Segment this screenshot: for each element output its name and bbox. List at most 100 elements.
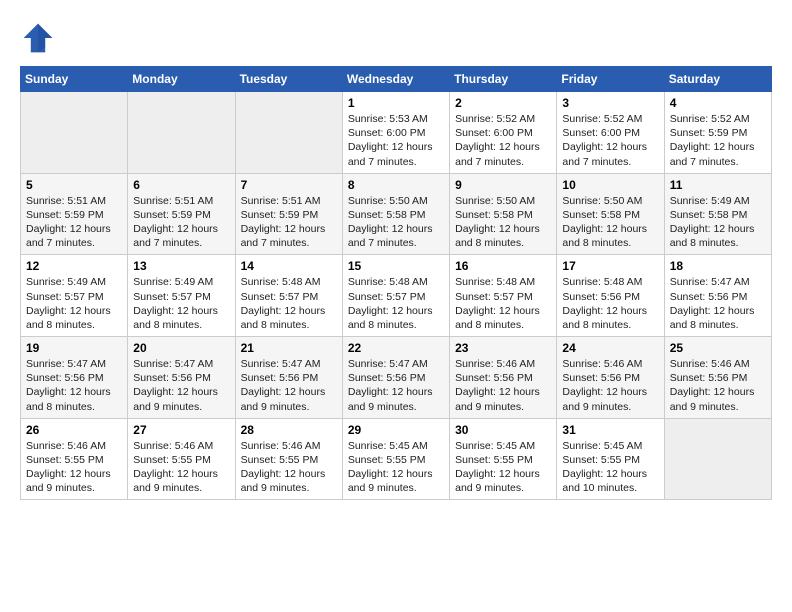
day-number: 31 [562,423,658,437]
logo [20,20,60,56]
day-number: 7 [241,178,337,192]
day-of-week-header: Friday [557,67,664,92]
day-number: 4 [670,96,766,110]
calendar-cell: 31 Sunrise: 5:45 AMSunset: 5:55 PMDayligh… [557,418,664,500]
day-of-week-header: Wednesday [342,67,449,92]
cell-info: Sunrise: 5:46 AMSunset: 5:55 PMDaylight:… [133,439,229,496]
cell-info: Sunrise: 5:52 AMSunset: 6:00 PMDaylight:… [562,112,658,169]
cell-info: Sunrise: 5:50 AMSunset: 5:58 PMDaylight:… [348,194,444,251]
calendar-cell: 24 Sunrise: 5:46 AMSunset: 5:56 PMDayligh… [557,337,664,419]
cell-info: Sunrise: 5:46 AMSunset: 5:56 PMDaylight:… [455,357,551,414]
day-number: 17 [562,259,658,273]
cell-info: Sunrise: 5:46 AMSunset: 5:55 PMDaylight:… [26,439,122,496]
day-number: 25 [670,341,766,355]
day-number: 13 [133,259,229,273]
day-number: 24 [562,341,658,355]
day-number: 20 [133,341,229,355]
cell-info: Sunrise: 5:49 AMSunset: 5:58 PMDaylight:… [670,194,766,251]
day-number: 12 [26,259,122,273]
calendar-cell: 19 Sunrise: 5:47 AMSunset: 5:56 PMDayligh… [21,337,128,419]
cell-info: Sunrise: 5:50 AMSunset: 5:58 PMDaylight:… [455,194,551,251]
day-of-week-header: Saturday [664,67,771,92]
page-header [20,20,772,56]
cell-info: Sunrise: 5:45 AMSunset: 5:55 PMDaylight:… [562,439,658,496]
day-number: 5 [26,178,122,192]
cell-info: Sunrise: 5:51 AMSunset: 5:59 PMDaylight:… [26,194,122,251]
logo-icon [20,20,56,56]
day-number: 21 [241,341,337,355]
day-number: 29 [348,423,444,437]
day-of-week-header: Thursday [450,67,557,92]
calendar-cell: 23 Sunrise: 5:46 AMSunset: 5:56 PMDayligh… [450,337,557,419]
calendar-cell: 9 Sunrise: 5:50 AMSunset: 5:58 PMDaylight… [450,173,557,255]
calendar-cell: 25 Sunrise: 5:46 AMSunset: 5:56 PMDayligh… [664,337,771,419]
cell-info: Sunrise: 5:52 AMSunset: 6:00 PMDaylight:… [455,112,551,169]
cell-info: Sunrise: 5:45 AMSunset: 5:55 PMDaylight:… [455,439,551,496]
calendar-cell: 16 Sunrise: 5:48 AMSunset: 5:57 PMDayligh… [450,255,557,337]
day-number: 8 [348,178,444,192]
day-number: 9 [455,178,551,192]
day-number: 3 [562,96,658,110]
calendar-cell: 20 Sunrise: 5:47 AMSunset: 5:56 PMDayligh… [128,337,235,419]
cell-info: Sunrise: 5:47 AMSunset: 5:56 PMDaylight:… [670,275,766,332]
day-number: 1 [348,96,444,110]
calendar-cell: 28 Sunrise: 5:46 AMSunset: 5:55 PMDayligh… [235,418,342,500]
calendar-week-row: 12Sunrise: 5:49 AMSunset: 5:57 PMDayligh… [21,255,772,337]
cell-info: Sunrise: 5:46 AMSunset: 5:56 PMDaylight:… [670,357,766,414]
day-number: 11 [670,178,766,192]
calendar-cell: 3 Sunrise: 5:52 AMSunset: 6:00 PMDaylight… [557,92,664,174]
cell-info: Sunrise: 5:45 AMSunset: 5:55 PMDaylight:… [348,439,444,496]
calendar-cell: 6Sunrise: 5:51 AMSunset: 5:59 PMDaylight… [128,173,235,255]
calendar-cell: 1Sunrise: 5:53 AMSunset: 6:00 PMDaylight… [342,92,449,174]
cell-info: Sunrise: 5:46 AMSunset: 5:55 PMDaylight:… [241,439,337,496]
calendar-cell: 15 Sunrise: 5:48 AMSunset: 5:57 PMDayligh… [342,255,449,337]
day-of-week-header: Monday [128,67,235,92]
cell-info: Sunrise: 5:46 AMSunset: 5:56 PMDaylight:… [562,357,658,414]
calendar-cell: 5 Sunrise: 5:51 AMSunset: 5:59 PMDaylight… [21,173,128,255]
day-number: 27 [133,423,229,437]
day-number: 15 [348,259,444,273]
day-number: 26 [26,423,122,437]
calendar-week-row: 19 Sunrise: 5:47 AMSunset: 5:56 PMDayligh… [21,337,772,419]
cell-info: Sunrise: 5:47 AMSunset: 5:56 PMDaylight:… [133,357,229,414]
calendar-header-row: SundayMondayTuesdayWednesdayThursdayFrid… [21,67,772,92]
cell-info: Sunrise: 5:52 AMSunset: 5:59 PMDaylight:… [670,112,766,169]
calendar-cell: 30Sunrise: 5:45 AMSunset: 5:55 PMDayligh… [450,418,557,500]
day-number: 28 [241,423,337,437]
calendar-cell: 21Sunrise: 5:47 AMSunset: 5:56 PMDayligh… [235,337,342,419]
calendar-cell: 11 Sunrise: 5:49 AMSunset: 5:58 PMDayligh… [664,173,771,255]
calendar-cell: 22Sunrise: 5:47 AMSunset: 5:56 PMDayligh… [342,337,449,419]
cell-info: Sunrise: 5:48 AMSunset: 5:57 PMDaylight:… [455,275,551,332]
cell-info: Sunrise: 5:47 AMSunset: 5:56 PMDaylight:… [348,357,444,414]
calendar-cell [21,92,128,174]
calendar-cell: 12Sunrise: 5:49 AMSunset: 5:57 PMDayligh… [21,255,128,337]
cell-info: Sunrise: 5:47 AMSunset: 5:56 PMDaylight:… [26,357,122,414]
calendar-table: SundayMondayTuesdayWednesdayThursdayFrid… [20,66,772,500]
calendar-cell: 26 Sunrise: 5:46 AMSunset: 5:55 PMDayligh… [21,418,128,500]
day-number: 14 [241,259,337,273]
cell-info: Sunrise: 5:50 AMSunset: 5:58 PMDaylight:… [562,194,658,251]
calendar-week-row: 5 Sunrise: 5:51 AMSunset: 5:59 PMDaylight… [21,173,772,255]
calendar-week-row: 1Sunrise: 5:53 AMSunset: 6:00 PMDaylight… [21,92,772,174]
calendar-cell: 4 Sunrise: 5:52 AMSunset: 5:59 PMDaylight… [664,92,771,174]
calendar-cell: 29 Sunrise: 5:45 AMSunset: 5:55 PMDayligh… [342,418,449,500]
day-of-week-header: Tuesday [235,67,342,92]
cell-info: Sunrise: 5:48 AMSunset: 5:57 PMDaylight:… [348,275,444,332]
day-number: 19 [26,341,122,355]
calendar-cell: 8 Sunrise: 5:50 AMSunset: 5:58 PMDaylight… [342,173,449,255]
calendar-cell [664,418,771,500]
cell-info: Sunrise: 5:51 AMSunset: 5:59 PMDaylight:… [241,194,337,251]
day-number: 18 [670,259,766,273]
calendar-cell: 27 Sunrise: 5:46 AMSunset: 5:55 PMDayligh… [128,418,235,500]
calendar-cell: 7 Sunrise: 5:51 AMSunset: 5:59 PMDaylight… [235,173,342,255]
calendar-cell: 2Sunrise: 5:52 AMSunset: 6:00 PMDaylight… [450,92,557,174]
calendar-cell: 17 Sunrise: 5:48 AMSunset: 5:56 PMDayligh… [557,255,664,337]
day-number: 6 [133,178,229,192]
calendar-cell: 10Sunrise: 5:50 AMSunset: 5:58 PMDayligh… [557,173,664,255]
calendar-cell: 18 Sunrise: 5:47 AMSunset: 5:56 PMDayligh… [664,255,771,337]
day-number: 23 [455,341,551,355]
calendar-cell: 14Sunrise: 5:48 AMSunset: 5:57 PMDayligh… [235,255,342,337]
day-number: 16 [455,259,551,273]
calendar-cell: 13Sunrise: 5:49 AMSunset: 5:57 PMDayligh… [128,255,235,337]
cell-info: Sunrise: 5:48 AMSunset: 5:56 PMDaylight:… [562,275,658,332]
